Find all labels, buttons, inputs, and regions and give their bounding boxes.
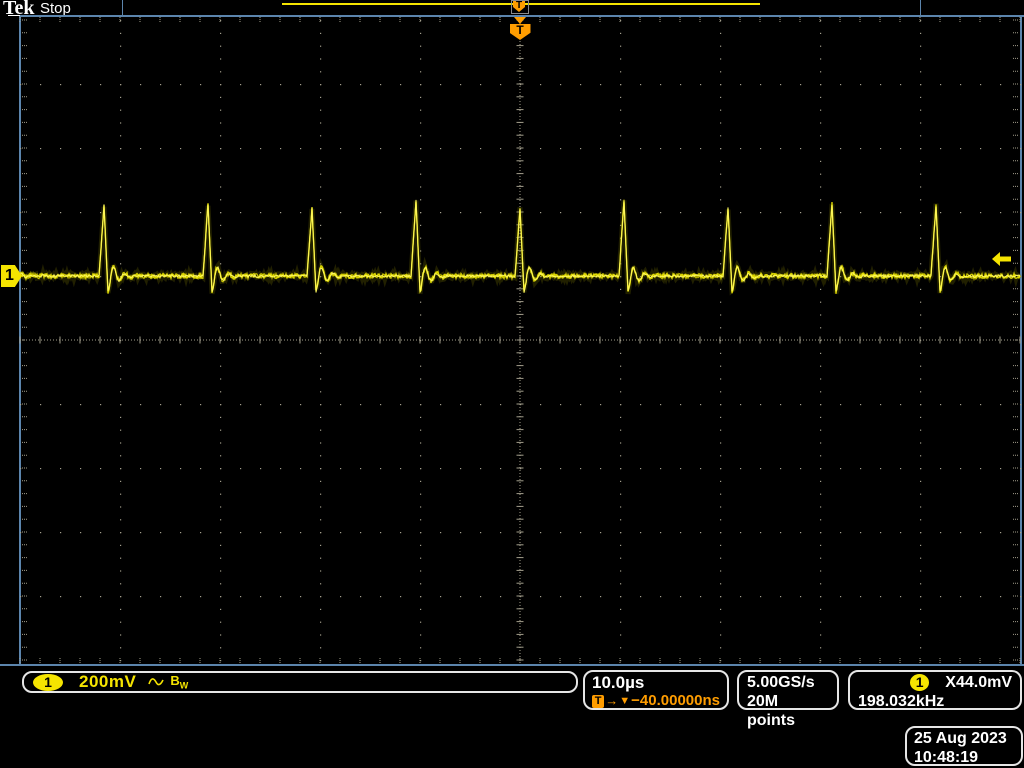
channel1-badge[interactable]: 1 200mV BW xyxy=(22,671,578,693)
trigger-level-value: 44.0mV xyxy=(956,674,1012,692)
timebase-scale: 10.0µs xyxy=(592,673,720,692)
ac-coupling-icon xyxy=(148,676,164,688)
trigger-frequency: 198.032kHz xyxy=(858,692,1012,711)
datetime-badge: 25 Aug 2023 10:48:19 xyxy=(905,726,1023,766)
trigger-t-icon: T xyxy=(592,695,604,708)
record-length: 20M points xyxy=(747,692,829,730)
triangle-down-icon: ▼ xyxy=(619,692,630,710)
sample-rate: 5.00GS/s xyxy=(747,673,829,692)
channel1-scale: 200mV xyxy=(79,672,136,692)
date-value: 25 Aug 2023 xyxy=(914,729,1014,748)
timebase-badge[interactable]: 10.0µs T → ▼ −40.00000ns xyxy=(583,670,729,710)
arrow-right-icon: → xyxy=(605,692,618,710)
waveform-channel1 xyxy=(20,200,1020,294)
trigger-source-icon: 1 xyxy=(910,674,929,691)
oscilloscope-screen: { "header": { "brand": "Tek", "status": … xyxy=(0,0,1024,768)
trigger-position-readout: T → ▼ −40.00000ns xyxy=(592,692,720,710)
trigger-slope-either-icon: X xyxy=(945,674,956,692)
trigger-t-flag-icon: T xyxy=(510,24,531,40)
graticule xyxy=(20,16,1021,664)
trigger-caret-icon xyxy=(514,17,526,24)
trigger-badge[interactable]: 1 X 44.0mV 198.032kHz xyxy=(848,670,1022,710)
time-value: 10:48:19 xyxy=(914,748,1014,767)
trigger-position-marker[interactable]: T xyxy=(508,17,532,40)
bandwidth-limit-icon: BW xyxy=(170,673,188,691)
channel1-number-icon: 1 xyxy=(33,674,63,691)
trigger-position-value: −40.00000ns xyxy=(631,692,720,710)
acquisition-badge[interactable]: 5.00GS/s 20M points xyxy=(737,670,839,710)
scope-display xyxy=(0,0,1024,768)
